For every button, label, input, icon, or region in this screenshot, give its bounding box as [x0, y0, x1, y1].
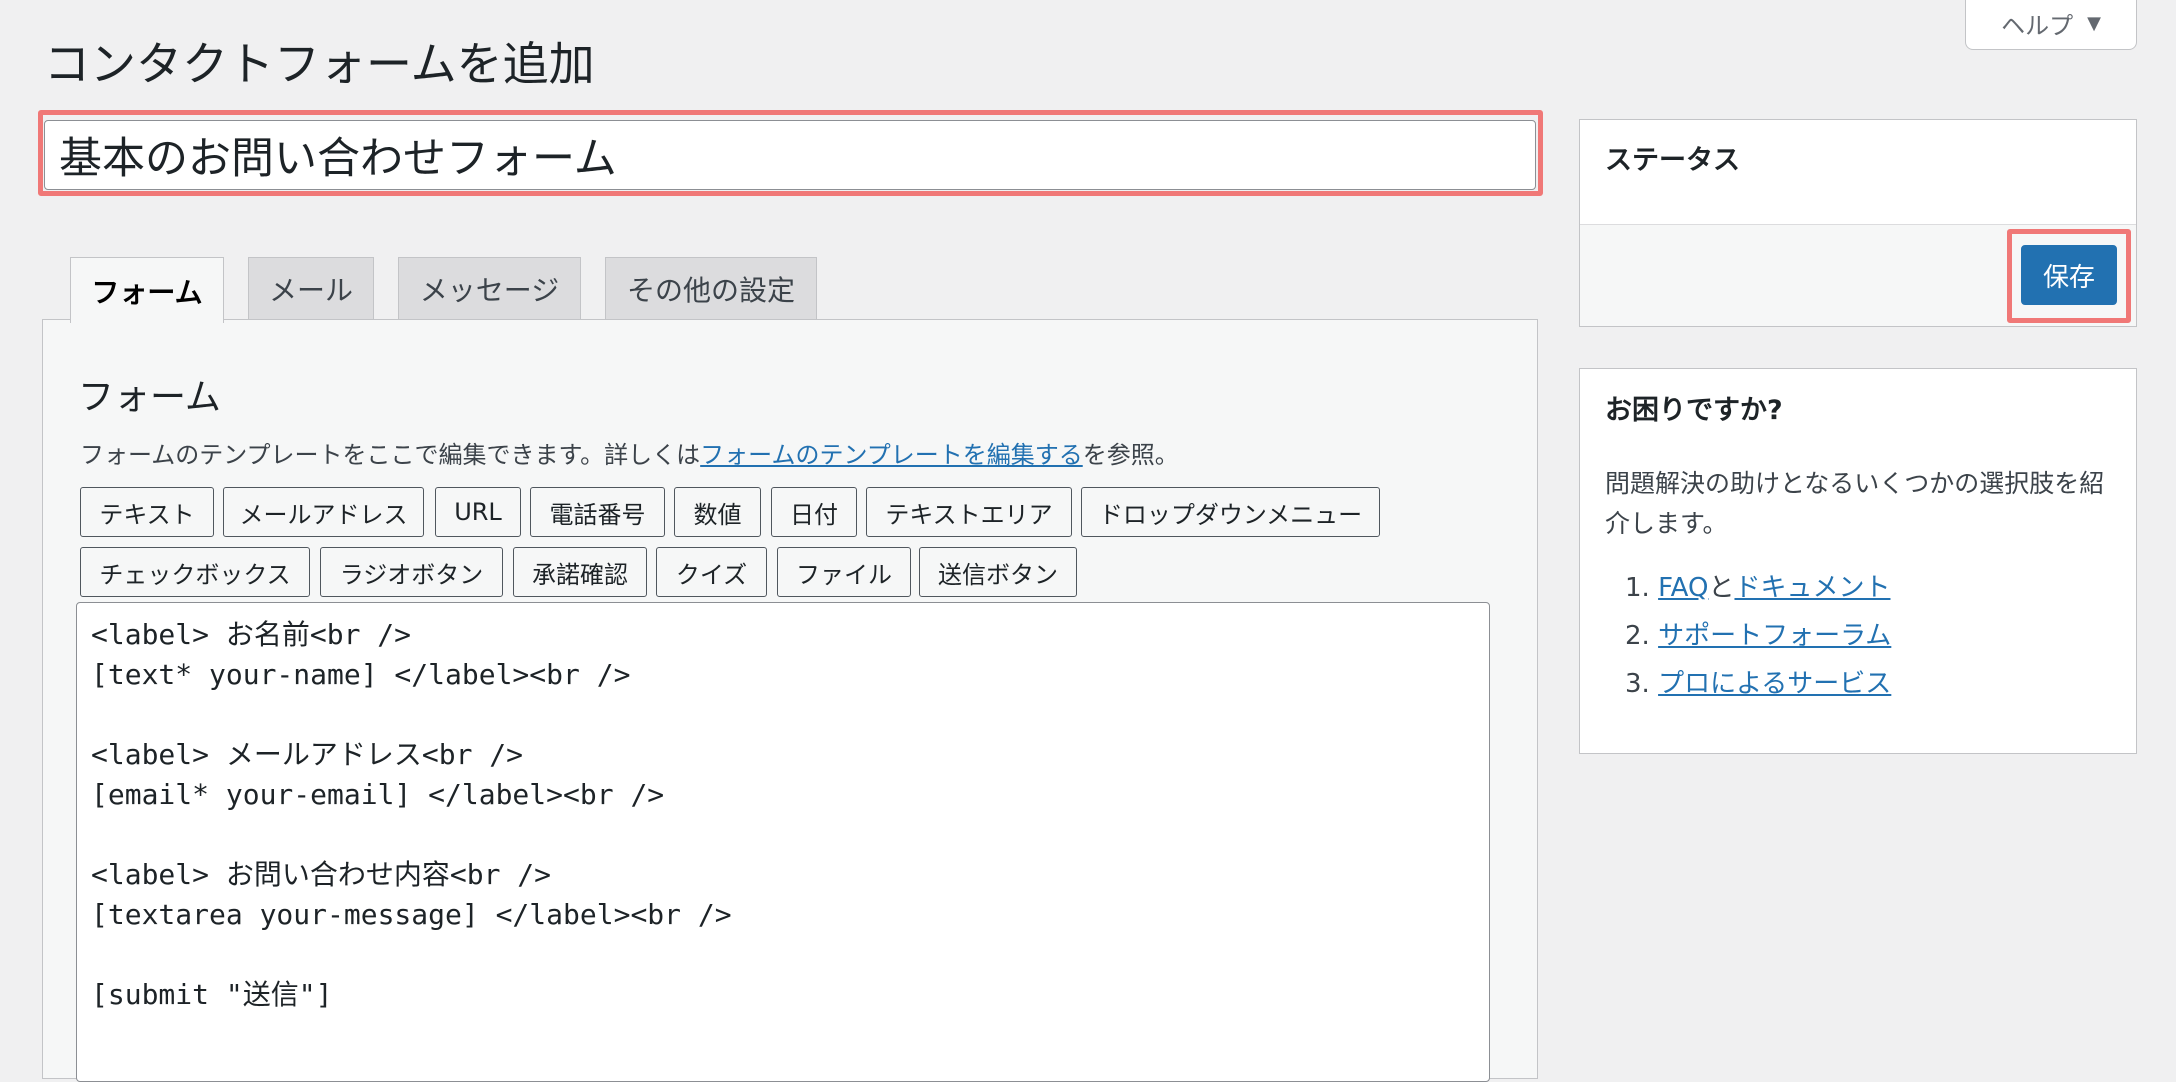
form-description: フォームのテンプレートをここで編集できます。詳しくはフォームのテンプレートを編集…: [80, 435, 1179, 470]
tag-button-text[interactable]: テキスト: [80, 487, 214, 537]
list-item: 2. サポートフォーラム: [1625, 616, 1891, 664]
page-title: コンタクトフォームを追加: [44, 37, 595, 91]
code-line: [text* your-name] </label><br />: [91, 658, 631, 691]
list-number: 1.: [1625, 573, 1650, 603]
tag-button-number[interactable]: 数値: [674, 487, 761, 537]
tag-button-label: 数値: [693, 500, 742, 529]
tag-button-label: チェックボックス: [99, 560, 291, 589]
code-line: <label> お名前<br />: [91, 618, 412, 651]
help-box-title: お困りですか?: [1605, 395, 1783, 426]
tab-form[interactable]: フォーム: [70, 257, 224, 323]
tag-button-label: URL: [454, 498, 502, 526]
help-links-list: 1. FAQとドキュメント 2. サポートフォーラム 3. プロによるサービス: [1625, 568, 1891, 712]
code-line: [textarea your-message] </label><br />: [91, 898, 732, 931]
status-box-title: ステータス: [1605, 145, 1740, 176]
code-line: <label> メールアドレス<br />: [91, 738, 524, 771]
code-line: [email* your-email] </label><br />: [91, 778, 665, 811]
tag-button-label: 電話番号: [549, 500, 646, 529]
tag-button-label: テキスト: [99, 500, 195, 529]
list-item: 1. FAQとドキュメント: [1625, 568, 1891, 616]
tag-button-label: テキストエリア: [885, 500, 1053, 529]
code-line: [submit "送信"]: [91, 978, 333, 1011]
docs-link[interactable]: ドキュメント: [1734, 573, 1890, 603]
tag-button-radio[interactable]: ラジオボタン: [320, 547, 503, 597]
edit-template-link[interactable]: フォームのテンプレートを編集する: [700, 441, 1083, 469]
list-number: 2.: [1625, 621, 1650, 651]
form-title-input[interactable]: [44, 120, 1536, 190]
tag-button-url[interactable]: URL: [435, 487, 521, 537]
faq-link[interactable]: FAQ: [1658, 573, 1708, 603]
tag-button-label: 送信ボタン: [938, 560, 1058, 589]
tag-button-label: ラジオボタン: [339, 560, 484, 589]
tab-additional-settings[interactable]: その他の設定: [605, 257, 817, 319]
tag-button-checkbox[interactable]: チェックボックス: [80, 547, 310, 597]
tag-button-file[interactable]: ファイル: [777, 547, 911, 597]
tag-button-submit[interactable]: 送信ボタン: [919, 547, 1077, 597]
tag-button-label: ファイル: [796, 560, 892, 589]
tag-button-tel[interactable]: 電話番号: [530, 487, 665, 537]
list-number: 3.: [1625, 669, 1650, 699]
description-suffix: を参照。: [1082, 441, 1179, 469]
tag-button-label: 日付: [790, 500, 838, 529]
tag-button-label: 承諾確認: [532, 560, 628, 589]
tag-button-dropdown[interactable]: ドロップダウンメニュー: [1081, 487, 1380, 537]
tab-messages[interactable]: メッセージ: [398, 257, 581, 319]
tab-additional-settings-label: その他の設定: [626, 273, 795, 307]
caret-down-icon: ▼: [2087, 12, 2101, 34]
tab-messages-label: メッセージ: [419, 273, 560, 307]
tag-button-label: ドロップダウンメニュー: [1098, 500, 1363, 529]
tag-button-textarea[interactable]: テキストエリア: [866, 487, 1072, 537]
form-template-editor[interactable]: <label> お名前<br /> [text* your-name] </la…: [76, 602, 1490, 1082]
support-forum-link[interactable]: サポートフォーラム: [1658, 621, 1891, 651]
tag-button-label: クイズ: [675, 560, 748, 589]
tag-button-email[interactable]: メールアドレス: [223, 487, 424, 537]
tab-form-label: フォーム: [91, 275, 203, 309]
and-text: と: [1708, 573, 1735, 603]
help-button[interactable]: ヘルプ ▼: [1965, 0, 2137, 50]
list-item: 3. プロによるサービス: [1625, 664, 1891, 712]
tag-button-quiz[interactable]: クイズ: [656, 547, 767, 597]
description-text: フォームのテンプレートをここで編集できます。詳しくは: [80, 441, 701, 469]
tag-button-acceptance[interactable]: 承諾確認: [513, 547, 647, 597]
save-button[interactable]: 保存: [2021, 245, 2117, 305]
help-button-label: ヘルプ: [2001, 11, 2074, 40]
code-line: <label> お問い合わせ内容<br />: [91, 858, 552, 891]
tag-button-label: メールアドレス: [239, 500, 408, 529]
tab-mail[interactable]: メール: [248, 257, 374, 319]
help-box-text: 問題解決の助けとなるいくつかの選択肢を紹介します。: [1605, 469, 2105, 538]
tab-mail-label: メール: [268, 273, 353, 307]
save-button-label: 保存: [2042, 262, 2095, 293]
professional-services-link[interactable]: プロによるサービス: [1658, 669, 1891, 699]
tag-button-date[interactable]: 日付: [771, 487, 857, 537]
form-panel-heading: フォーム: [78, 377, 221, 418]
